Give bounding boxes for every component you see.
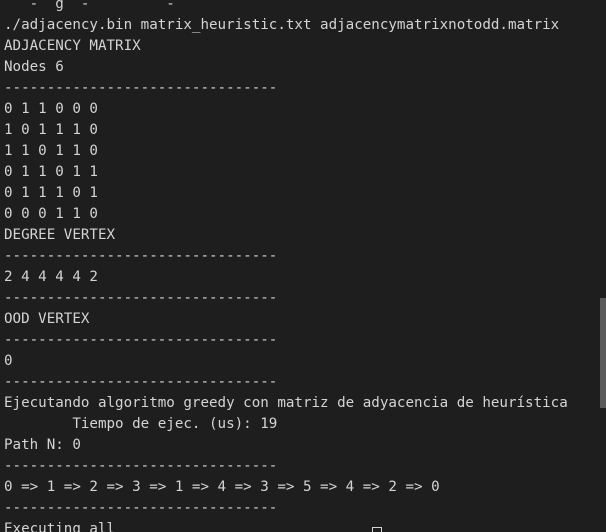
separator-line: -------------------------------- bbox=[4, 80, 278, 96]
separator-line: -------------------------------- bbox=[4, 500, 278, 516]
matrix-row: 0 1 1 0 1 1 bbox=[4, 164, 98, 180]
separator-line: -------------------------------- bbox=[4, 248, 278, 264]
separator-line: -------------------------------- bbox=[4, 332, 278, 348]
separator-line: -------------------------------- bbox=[4, 290, 278, 306]
execution-time: Tiempo de ejec. (us): 19 bbox=[4, 416, 278, 432]
command-line: ./adjacency.bin matrix_heuristic.txt adj… bbox=[4, 17, 560, 33]
terminal-line: - g - - bbox=[4, 0, 209, 12]
odd-vertex-value: 0 bbox=[4, 353, 13, 369]
matrix-row: 1 0 1 1 1 0 bbox=[4, 122, 98, 138]
matrix-row: 0 1 1 1 0 1 bbox=[4, 185, 98, 201]
block-cursor-icon bbox=[372, 527, 382, 532]
terminal-output: - g - - ./adjacency.bin matrix_heuristic… bbox=[4, 0, 606, 532]
terminal-line: Ejecutando algoritmo greedy con matriz d… bbox=[4, 395, 568, 411]
terminal-line: Path N: 0 bbox=[4, 437, 81, 453]
scrollbar-thumb[interactable] bbox=[600, 298, 606, 408]
terminal-window[interactable]: - g - - ./adjacency.bin matrix_heuristic… bbox=[0, 0, 606, 532]
matrix-row: 0 1 1 0 0 0 bbox=[4, 101, 98, 117]
matrix-row: 0 0 0 1 1 0 bbox=[4, 206, 98, 222]
path-output: 0 => 1 => 2 => 3 => 1 => 4 => 3 => 5 => … bbox=[4, 479, 440, 495]
separator-line: -------------------------------- bbox=[4, 458, 278, 474]
terminal-line: OOD VERTEX bbox=[4, 311, 90, 327]
degree-values: 2 4 4 4 4 2 bbox=[4, 269, 98, 285]
terminal-line: Nodes 6 bbox=[4, 59, 64, 75]
vertical-scrollbar[interactable] bbox=[600, 0, 606, 532]
terminal-line: ADJACENCY MATRIX bbox=[4, 38, 141, 54]
matrix-row: 1 1 0 1 1 0 bbox=[4, 143, 98, 159]
terminal-line: DEGREE VERTEX bbox=[4, 227, 116, 243]
separator-line: -------------------------------- bbox=[4, 374, 278, 390]
terminal-line: Executing all bbox=[4, 521, 116, 532]
